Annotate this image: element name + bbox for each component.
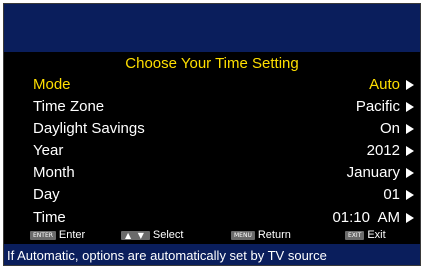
menu-row-year[interactable]: Year 2012 <box>4 141 420 161</box>
menu-row-label: Time <box>33 209 66 226</box>
menu-row-label: Mode <box>33 76 71 93</box>
help-exit: EXIT Exit <box>345 229 386 241</box>
menu-row-time-zone[interactable]: Time Zone Pacific <box>4 97 420 117</box>
menu-row-label: Year <box>33 142 64 159</box>
menu-row-value: Pacific <box>355 98 400 115</box>
menu-row-daylight-savings[interactable]: Daylight Savings On <box>4 119 420 139</box>
exit-key-icon: EXIT <box>345 230 365 240</box>
menu-row-value: On <box>379 120 400 137</box>
arrow-right-icon[interactable] <box>406 213 414 223</box>
menu-row-label: Daylight Savings <box>33 120 145 137</box>
menu-row-value: 2012 <box>366 142 400 159</box>
arrow-right-icon[interactable] <box>406 102 414 112</box>
menu-row-label: Month <box>33 164 75 181</box>
menu-row-time[interactable]: Time 01:10 AM <box>4 208 420 228</box>
menu-row-mode[interactable]: Mode Auto <box>4 75 420 95</box>
menu-row-value: Auto <box>369 76 400 93</box>
help-enter: ENTER Enter <box>30 229 85 241</box>
help-exit-label: Exit <box>367 229 386 241</box>
menu-row-value: 01:10 AM <box>332 209 400 226</box>
menu-row-month[interactable]: Month January <box>4 163 420 183</box>
menu-row-day[interactable]: Day 01 <box>4 185 420 205</box>
menu-title: Choose Your Time Setting <box>125 55 299 72</box>
status-bar: If Automatic, options are automatically … <box>4 244 420 265</box>
help-return: MENU Return <box>231 229 291 241</box>
menu-key-icon: MENU <box>231 230 255 240</box>
up-down-arrows-icon: ▲ ▼ <box>121 230 150 240</box>
arrow-right-icon[interactable] <box>406 168 414 178</box>
menu-row-label: Day <box>33 186 60 203</box>
arrow-right-icon[interactable] <box>406 80 414 90</box>
menu-row-value: January <box>346 164 400 181</box>
help-enter-label: Enter <box>58 229 86 241</box>
tv-screen: Choose Your Time Setting Mode Auto Time … <box>3 3 421 266</box>
help-select: ▲ ▼ Select <box>121 229 183 241</box>
menu-row-value: 01 <box>383 186 400 203</box>
arrow-right-icon[interactable] <box>406 190 414 200</box>
status-message: If Automatic, options are automatically … <box>7 248 327 263</box>
help-return-label: Return <box>257 229 291 241</box>
arrow-right-icon[interactable] <box>406 124 414 134</box>
header-band <box>4 4 420 52</box>
remote-help-bar: ENTER Enter ▲ ▼ Select MENU Return EXIT Exit <box>4 228 420 242</box>
enter-key-icon: ENTER <box>30 230 56 240</box>
help-select-label: Select <box>152 229 184 241</box>
arrow-right-icon[interactable] <box>406 146 414 156</box>
menu-row-label: Time Zone <box>33 98 105 115</box>
